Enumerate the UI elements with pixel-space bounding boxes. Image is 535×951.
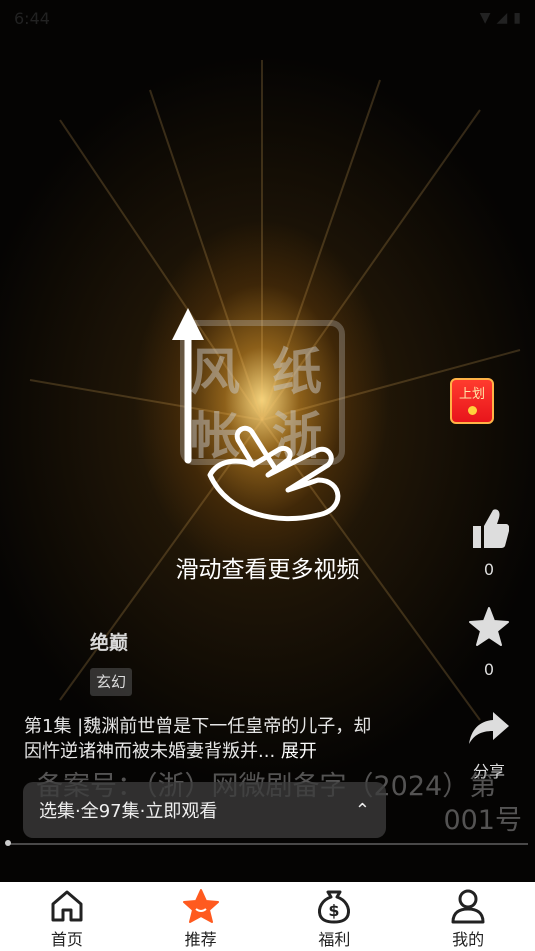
home-icon [51,890,83,922]
thumbs-up-icon [473,509,510,548]
episode-selector-bar[interactable]: 选集·全97集·立即观看 ⌃ [23,782,386,838]
tab-home[interactable]: 首页 [17,888,117,950]
series-title[interactable]: 绝巅 [90,628,128,655]
video-progress-bar[interactable] [8,843,528,845]
svg-text:$: $ [329,901,340,920]
status-bar: 6:44 ▼ ◢ ▮ [0,0,535,36]
battery-icon: ▮ [513,10,521,26]
promo-badge-label: 上划 [458,387,485,402]
chevron-up-icon: ⌃ [354,799,370,821]
like-button[interactable]: 0 [463,506,515,579]
episode-selector-label: 选集·全97集·立即观看 [39,801,218,822]
tab-home-label: 首页 [50,930,83,949]
tab-mine-label: 我的 [452,930,485,949]
episode-description: 第1集 |魏渊前世曾是下一任皇帝的儿子，却因忤逆诸神而被未婚妻背叛并... 展开 [24,714,384,764]
tab-recommend[interactable]: 推荐 [151,888,251,950]
tab-recommend-label: 推荐 [184,930,217,949]
promo-badge[interactable]: 上划 [450,378,494,424]
description-text: 第1集 |魏渊前世曾是下一任皇帝的儿子，却因忤逆诸神而被未婚妻背叛并... [24,716,372,762]
signal-icon: ◢ [496,10,508,26]
user-icon [451,889,485,924]
swipe-hint-text: 滑动查看更多视频 [175,557,360,583]
like-count: 0 [483,560,495,579]
tab-welfare[interactable]: $ 福利 [284,888,384,950]
dollar-bag-icon: $ [318,890,351,924]
coin-icon [467,406,477,415]
wifi-icon: ▼ [479,10,491,26]
status-time: 6:44 [14,8,50,28]
star-icon [182,889,219,923]
swipe-up-hand-icon [172,308,341,522]
record-line2: 001号 [443,805,522,836]
favorite-count: 0 [483,660,495,679]
genre-tag[interactable]: 玄幻 [90,668,133,696]
tab-mine[interactable]: 我的 [418,888,518,950]
star-icon [469,607,509,646]
bottom-tab-bar: 首页 推荐 $ 福利 我的 [0,882,535,951]
tab-welfare-label: 福利 [318,930,351,949]
share-arrow-icon [469,712,509,744]
expand-link[interactable]: 展开 [281,741,317,762]
favorite-button[interactable]: 0 [463,606,515,679]
progress-thumb[interactable] [5,840,11,846]
